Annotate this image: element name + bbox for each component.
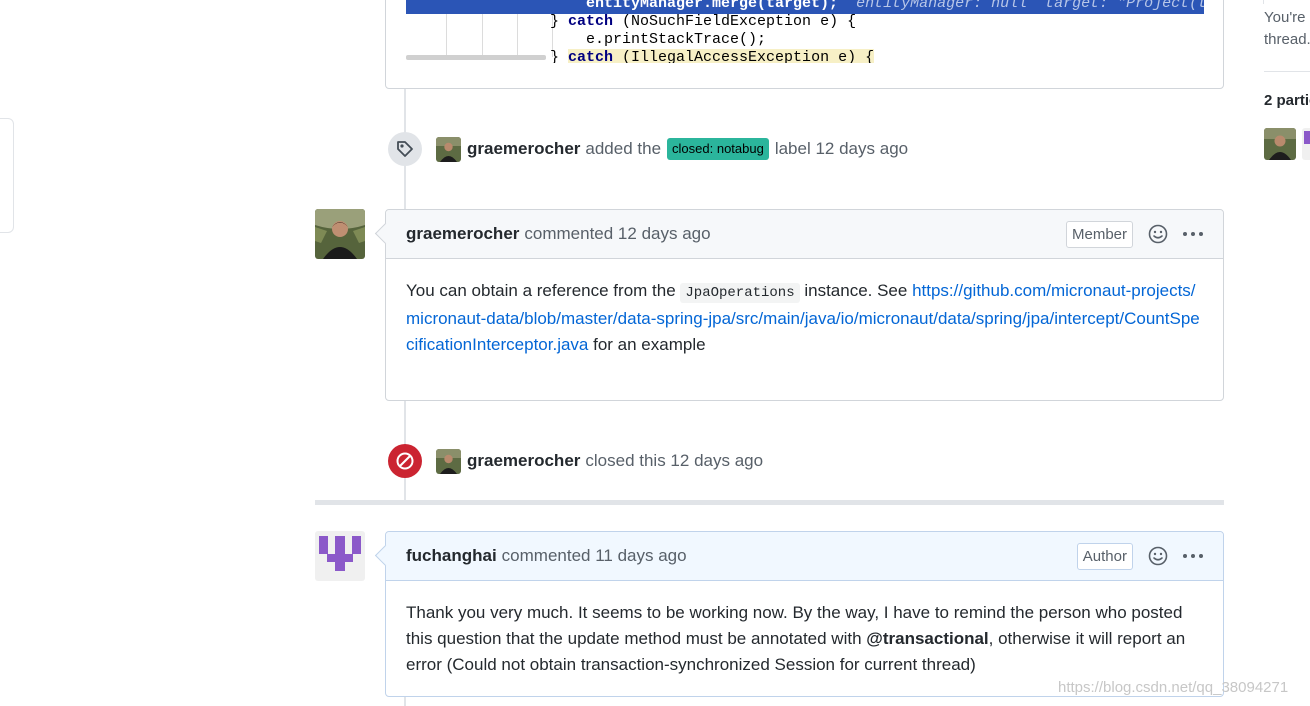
- smiley-icon[interactable]: [1147, 223, 1169, 245]
- author-badge: Author: [1076, 542, 1133, 570]
- participants-heading: 2 participants: [1264, 92, 1310, 109]
- event-author-link[interactable]: graemerocher: [467, 139, 580, 159]
- comment-header: graemerocher commented 12 days ago Membe…: [386, 210, 1223, 259]
- left-panel-tab[interactable]: [0, 118, 14, 233]
- comment-card: graemerocher commented 12 days ago Membe…: [385, 209, 1224, 401]
- code-line: } catch (NoSuchFieldException e) {: [550, 13, 857, 30]
- comment-author-link[interactable]: graemerocher: [406, 224, 519, 244]
- tag-icon: [388, 132, 422, 166]
- timeline-connector: [404, 696, 406, 706]
- participants-list: [1264, 128, 1310, 160]
- inline-code: JpaOperations: [680, 283, 800, 303]
- circle-slash-icon: [388, 444, 422, 478]
- member-badge: Member: [1065, 220, 1133, 248]
- code-scrollbar[interactable]: [406, 55, 546, 60]
- label-event: graemerocher added the closed: notabug l…: [388, 131, 908, 167]
- timeline-break: [315, 500, 1224, 505]
- kebab-menu-icon[interactable]: [1181, 223, 1205, 245]
- commenter-avatar[interactable]: [315, 209, 365, 259]
- comment-header: fuchanghai commented 11 days ago Author: [386, 532, 1223, 581]
- participant-avatar[interactable]: [1264, 128, 1296, 160]
- smiley-icon[interactable]: [1147, 545, 1169, 567]
- code-screenshot-card: entityManager.merge(target); entityManag…: [385, 0, 1224, 89]
- comment-timestamp[interactable]: commented 11 days ago: [502, 546, 687, 566]
- sidebar-divider: [1264, 71, 1310, 72]
- event-action-text: added the: [585, 139, 662, 158]
- avatar[interactable]: [436, 448, 461, 474]
- code-line-highlighted: entityManager.merge(target); entityManag…: [406, 0, 1204, 14]
- mention-text: @transactional: [866, 629, 989, 648]
- watermark: https://blog.csdn.net/qq_38094271: [1058, 679, 1289, 696]
- code-line: e.printStackTrace();: [586, 31, 767, 48]
- event-action-text: closed this 12 days ago: [585, 451, 764, 470]
- sidebar-divider: [1263, 0, 1264, 4]
- event-author-link[interactable]: graemerocher: [467, 451, 580, 471]
- commenter-avatar[interactable]: [315, 531, 365, 581]
- event-suffix-text: label 12 days ago: [774, 139, 909, 158]
- label-badge[interactable]: closed: notabug: [667, 138, 769, 160]
- notification-notice: You're receiving notifications because y…: [1264, 9, 1310, 48]
- comment-timestamp[interactable]: commented 12 days ago: [524, 224, 710, 244]
- code-snippet: entityManager.merge(target); entityManag…: [406, 0, 1204, 63]
- kebab-menu-icon[interactable]: [1181, 545, 1205, 567]
- avatar[interactable]: [436, 136, 461, 162]
- comment-card: fuchanghai commented 11 days ago Author …: [385, 531, 1224, 697]
- comment-author-link[interactable]: fuchanghai: [406, 546, 497, 566]
- close-event: graemerocher closed this 12 days ago: [388, 443, 763, 479]
- comment-body: You can obtain a reference from the JpaO…: [406, 281, 1200, 354]
- code-line: } catch (IllegalAccessException e) {: [550, 49, 875, 63]
- participant-avatar[interactable]: [1302, 128, 1310, 160]
